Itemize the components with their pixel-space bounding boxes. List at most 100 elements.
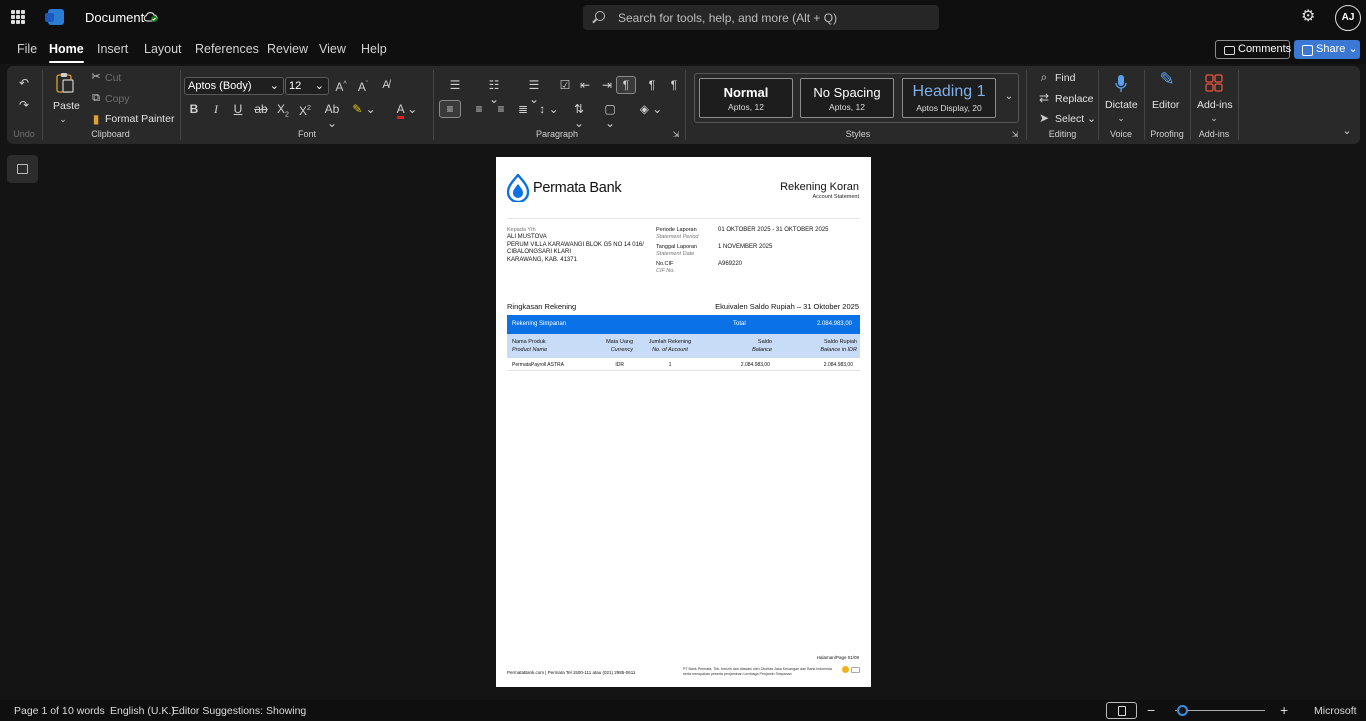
- avatar[interactable]: AJ: [1335, 5, 1361, 31]
- document-page[interactable]: Permata Bank Rekening Koran Account Stat…: [496, 157, 871, 687]
- word-count[interactable]: 0 words: [68, 705, 105, 717]
- addins-grid-icon[interactable]: [1205, 74, 1223, 92]
- style-no-spacing[interactable]: No Spacing Aptos, 12: [800, 78, 894, 118]
- zoom-out-button[interactable]: −: [1147, 702, 1155, 718]
- replace-icon[interactable]: ⇄: [1037, 91, 1051, 105]
- subscript-icon[interactable]: X2: [276, 102, 290, 122]
- decrease-indent-icon[interactable]: ⇤: [578, 78, 592, 92]
- shrink-font-icon[interactable]: Aˇ: [356, 78, 370, 94]
- table-row: PermataPayroll ASTRA IDR 1 2.084.983,00 …: [507, 358, 860, 371]
- dictate-button[interactable]: Dictate: [1105, 99, 1138, 111]
- select-button[interactable]: Select ⌄: [1055, 113, 1096, 125]
- print-layout-button[interactable]: [1106, 702, 1137, 719]
- tab-layout[interactable]: Layout: [144, 42, 182, 56]
- zoom-slider[interactable]: [1175, 710, 1265, 711]
- style-heading-1[interactable]: Heading 1 Aptos Display, 20: [902, 78, 996, 118]
- superscript-icon[interactable]: X2: [298, 102, 312, 118]
- format-painter-button[interactable]: Format Painter: [105, 113, 174, 125]
- font-color-icon[interactable]: A ⌄: [393, 102, 421, 119]
- zoom-slider-thumb[interactable]: [1177, 705, 1188, 716]
- col-header-en: Balance: [752, 347, 772, 353]
- find-icon[interactable]: ⌕: [1037, 70, 1051, 84]
- ribbon: ↶ ↷ Undo Paste ⌄ ✂ Cut ⧉ Copy ▮ Format P…: [7, 66, 1360, 144]
- font-size-select[interactable]: 12 ⌄: [285, 77, 329, 95]
- search-box[interactable]: Search for tools, help, and more (Alt + …: [583, 5, 939, 30]
- share-button[interactable]: Share ⌄: [1294, 40, 1360, 59]
- summary-right: Ekuivalen Saldo Rupiah – 31 Oktober 2025: [715, 302, 859, 311]
- replace-button[interactable]: Replace: [1055, 93, 1094, 105]
- tab-review[interactable]: Review: [267, 42, 308, 56]
- cloud-saved-icon[interactable]: [143, 10, 158, 23]
- ribbon-collapse-chevron-icon[interactable]: ⌄: [1341, 124, 1353, 138]
- comments-button[interactable]: Comments: [1215, 40, 1291, 59]
- page-number: Halaman/Page 01/09: [816, 655, 859, 660]
- page-view-icon: [1118, 706, 1126, 716]
- tab-file[interactable]: File: [17, 42, 37, 56]
- change-case-icon[interactable]: Ab ⌄: [321, 102, 343, 130]
- cell: 1: [668, 362, 672, 368]
- tab-home[interactable]: Home: [49, 42, 84, 63]
- voice-group: Dictate ⌄ Voice: [1099, 66, 1143, 144]
- copy-button[interactable]: Copy: [105, 93, 130, 105]
- footer-disclaimer: PT Bank Permata, Tbk. berizin dan diawas…: [683, 667, 843, 676]
- editor-pen-icon[interactable]: ✎: [1157, 70, 1177, 88]
- tab-view[interactable]: View: [319, 42, 346, 56]
- strikethrough-icon[interactable]: ab: [254, 102, 268, 116]
- style-normal[interactable]: Normal Aptos, 12: [699, 78, 793, 118]
- tab-references[interactable]: References: [195, 42, 259, 56]
- tab-insert[interactable]: Insert: [97, 42, 128, 56]
- microphone-icon[interactable]: [1114, 74, 1128, 94]
- col-header-en: Product Name: [512, 347, 548, 353]
- highlight-icon[interactable]: ✎ ⌄: [350, 102, 378, 116]
- font-name-select[interactable]: Aptos (Body) ⌄: [184, 77, 284, 95]
- app-launcher-icon[interactable]: [11, 10, 25, 24]
- search-icon: [595, 11, 605, 21]
- italic-icon[interactable]: I: [210, 102, 222, 116]
- navigation-pane-button[interactable]: [7, 155, 38, 183]
- rtl-direction-icon[interactable]: ¶: [645, 78, 659, 92]
- editor-button[interactable]: Editor: [1152, 99, 1179, 111]
- paste-icon[interactable]: [55, 72, 75, 94]
- find-button[interactable]: Find: [1055, 72, 1075, 84]
- col-header-en: Currency: [610, 347, 633, 353]
- justify-icon[interactable]: ≣: [516, 102, 530, 116]
- addins-button[interactable]: Add-ins: [1197, 99, 1233, 111]
- addins-chevron-icon[interactable]: ⌄: [1209, 111, 1219, 125]
- permata-logo-icon: [507, 174, 529, 202]
- microsoft-brand: Microsoft: [1314, 705, 1357, 717]
- paste-button[interactable]: Paste: [53, 100, 80, 112]
- select-icon[interactable]: ➤: [1037, 111, 1051, 125]
- grow-font-icon[interactable]: A^: [334, 78, 348, 94]
- settings-gear-icon[interactable]: ⚙: [1301, 9, 1317, 25]
- shading-icon[interactable]: ◈ ⌄: [638, 102, 664, 116]
- dictate-chevron-icon[interactable]: ⌄: [1116, 111, 1126, 125]
- bold-icon[interactable]: B: [188, 102, 200, 116]
- document-title[interactable]: Document: [85, 10, 144, 25]
- paragraph-spacing-icon[interactable]: ⇅ ⌄: [568, 102, 590, 130]
- cut-button[interactable]: Cut: [105, 72, 121, 84]
- cut-icon[interactable]: ✂: [90, 70, 102, 84]
- align-right-icon[interactable]: ≡: [494, 102, 508, 116]
- tab-help[interactable]: Help: [361, 42, 387, 56]
- show-marks-icon[interactable]: ¶: [667, 78, 681, 92]
- ltr-direction-icon[interactable]: ¶: [616, 76, 636, 94]
- page-count[interactable]: Page 1 of 1: [14, 705, 68, 717]
- format-painter-icon[interactable]: ▮: [90, 112, 102, 126]
- align-left-icon[interactable]: ≡: [439, 100, 461, 118]
- increase-indent-icon[interactable]: ⇥: [600, 78, 614, 92]
- editor-suggestions[interactable]: Editor Suggestions: Showing: [172, 705, 306, 717]
- underline-icon[interactable]: U: [232, 102, 244, 116]
- borders-icon[interactable]: ▢ ⌄: [598, 102, 622, 130]
- redo-icon[interactable]: ↷: [17, 98, 31, 112]
- paste-chevron-icon[interactable]: ⌄: [58, 112, 68, 126]
- line-spacing-icon[interactable]: ↕ ⌄: [538, 102, 560, 116]
- band-total-label: Total: [733, 321, 746, 327]
- align-center-icon[interactable]: ≡: [472, 102, 486, 116]
- language[interactable]: English (U.K.): [110, 705, 175, 717]
- zoom-in-button[interactable]: +: [1280, 702, 1288, 718]
- checklist-icon[interactable]: ☑: [558, 78, 572, 92]
- clear-formatting-icon[interactable]: A̸: [379, 78, 393, 92]
- undo-icon[interactable]: ↶: [17, 76, 31, 90]
- styles-more-chevron-icon[interactable]: ⌄: [1003, 90, 1015, 104]
- copy-icon[interactable]: ⧉: [90, 91, 102, 105]
